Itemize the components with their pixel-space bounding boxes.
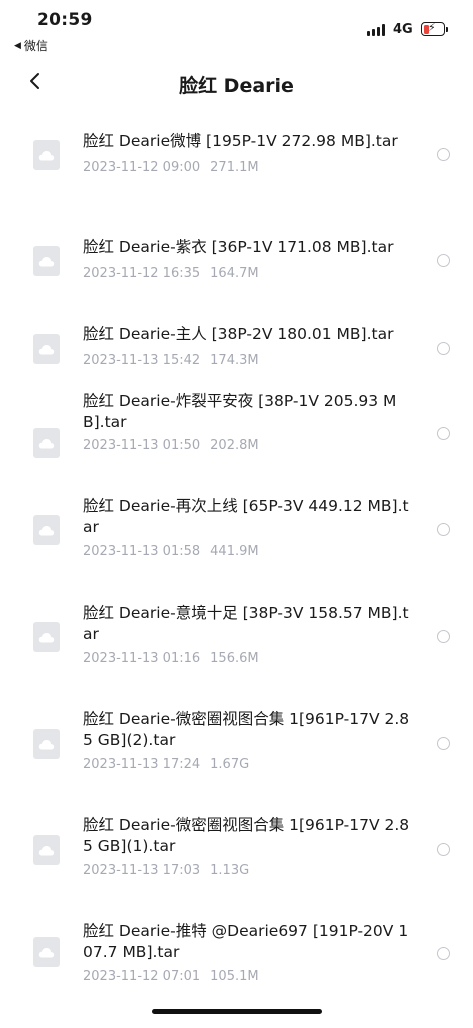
file-name: 脸红 Dearie-主人 [38P-2V 180.01 MB].tar: [83, 325, 394, 343]
network-type: 4G: [393, 22, 413, 37]
cloud-file-icon: [33, 140, 60, 170]
file-size: 156.6M: [210, 651, 259, 666]
file-meta: 2023-11-13 01:50 202.8M: [83, 438, 259, 453]
file-date: 2023-11-12 16:35: [83, 266, 201, 281]
file-meta: 2023-11-13 17:03 1.13G: [83, 863, 249, 878]
file-name: 脸红 Dearie-微密圈视图合集 1[961P-17V 2.85 GB](1)…: [83, 816, 410, 855]
navigation-bar: 脸红 Dearie: [0, 58, 473, 110]
file-meta: 2023-11-13 15:42 174.3M: [83, 353, 259, 368]
file-item[interactable]: 脸红 Dearie-微密圈视图合集 1[961P-17V 2.85 GB](1)…: [0, 815, 473, 921]
file-meta: 2023-11-13 01:58 441.9M: [83, 544, 259, 559]
file-meta: 2023-11-13 17:24 1.67G: [83, 757, 249, 772]
file-size: 202.8M: [210, 438, 259, 453]
file-meta: 2023-11-12 07:01 105.1M: [83, 969, 259, 984]
cloud-file-icon: [33, 835, 60, 865]
select-radio[interactable]: [437, 427, 450, 440]
file-item[interactable]: 脸红 Dearie微博 [195P-1V 272.98 MB].tar 2023…: [0, 112, 473, 218]
back-triangle-icon: ◀: [14, 40, 21, 51]
back-app-label: 微信: [23, 39, 48, 53]
file-size: 1.13G: [210, 863, 250, 878]
status-bar: 20:59 ◀ 微信 4G ⚡: [0, 0, 473, 58]
file-size: 441.9M: [210, 544, 259, 559]
file-meta: 2023-11-12 16:35 164.7M: [83, 266, 259, 281]
select-radio[interactable]: [437, 523, 450, 536]
cloud-file-icon: [33, 515, 60, 545]
file-name: 脸红 Dearie-意境十足 [38P-3V 158.57 MB].tar: [83, 604, 409, 643]
file-item[interactable]: 脸红 Dearie-再次上线 [65P-3V 449.12 MB].tar 20…: [0, 496, 473, 602]
battery-cap: [446, 27, 448, 32]
file-name: 脸红 Dearie-推特 @Dearie697 [191P-20V 107.7 …: [83, 922, 409, 961]
select-radio[interactable]: [437, 342, 450, 355]
file-item[interactable]: 脸红 Dearie-意境十足 [38P-3V 158.57 MB].tar 20…: [0, 603, 473, 709]
cellular-signal-icon: [367, 24, 385, 36]
cloud-file-icon: [33, 937, 60, 967]
file-size: 174.3M: [210, 353, 259, 368]
file-name: 脸红 Dearie-再次上线 [65P-3V 449.12 MB].tar: [83, 497, 409, 536]
file-name: 脸红 Dearie微博 [195P-1V 272.98 MB].tar: [83, 132, 398, 150]
cloud-file-icon: [33, 246, 60, 276]
select-radio[interactable]: [437, 843, 450, 856]
file-item[interactable]: 脸红 Dearie-微密圈视图合集 1[961P-17V 2.85 GB](2)…: [0, 709, 473, 815]
home-indicator[interactable]: [152, 1009, 322, 1014]
file-size: 164.7M: [210, 266, 259, 281]
battery-icon: ⚡: [421, 21, 445, 36]
file-item[interactable]: 脸红 Dearie-炸裂平安夜 [38P-1V 205.93 MB].tar 2…: [0, 390, 473, 496]
select-radio[interactable]: [437, 630, 450, 643]
file-date: 2023-11-13 01:50: [83, 438, 201, 453]
file-meta: 2023-11-12 09:00 271.1M: [83, 160, 259, 175]
cloud-file-icon: [33, 428, 60, 458]
select-radio[interactable]: [437, 254, 450, 267]
file-date: 2023-11-13 01:58: [83, 544, 201, 559]
cloud-file-icon: [33, 622, 60, 652]
file-name: 脸红 Dearie-微密圈视图合集 1[961P-17V 2.85 GB](2)…: [83, 710, 410, 749]
page-title: 脸红 Dearie: [179, 75, 294, 97]
file-date: 2023-11-13 17:24: [83, 757, 201, 772]
file-date: 2023-11-13 17:03: [83, 863, 201, 878]
file-date: 2023-11-12 07:01: [83, 969, 201, 984]
file-meta: 2023-11-13 01:16 156.6M: [83, 651, 259, 666]
file-size: 105.1M: [210, 969, 259, 984]
file-name: 脸红 Dearie-炸裂平安夜 [38P-1V 205.93 MB].tar: [83, 392, 397, 431]
back-to-app-link[interactable]: ◀ 微信: [14, 37, 48, 54]
select-radio[interactable]: [437, 148, 450, 161]
file-date: 2023-11-13 15:42: [83, 353, 201, 368]
file-size: 271.1M: [210, 160, 259, 175]
select-radio[interactable]: [437, 947, 450, 960]
file-size: 1.67G: [210, 757, 250, 772]
cloud-file-icon: [33, 334, 60, 364]
file-date: 2023-11-13 01:16: [83, 651, 201, 666]
status-time: 20:59: [37, 10, 93, 30]
file-date: 2023-11-12 09:00: [83, 160, 201, 175]
cloud-file-icon: [33, 729, 60, 759]
select-radio[interactable]: [437, 737, 450, 750]
file-name: 脸红 Dearie-紫衣 [36P-1V 171.08 MB].tar: [83, 238, 394, 256]
